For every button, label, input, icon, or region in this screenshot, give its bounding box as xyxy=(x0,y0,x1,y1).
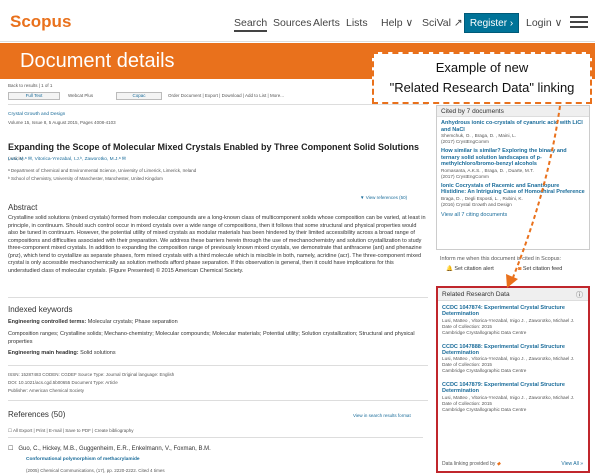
rrd-item-1-authors: Lusi, Matteo , Vitorica-Yrezabal, Inigo … xyxy=(442,317,575,323)
nav-alerts[interactable]: Alerts xyxy=(313,17,340,29)
reference-1-title[interactable]: Conformational polymorphism of methacryl… xyxy=(26,457,140,462)
cited-item-2-source: (2017) CrystEngComm xyxy=(441,173,489,179)
view-all-citing-link[interactable]: View all 7 citing documents xyxy=(441,212,585,218)
set-citation-alert[interactable]: 🔔 Set citation alert xyxy=(446,266,494,272)
meta-doi: DOI: 10.1021/acs.cgd.5b00655 Document Ty… xyxy=(8,380,118,385)
cited-item-1-title[interactable]: Anhydrous ionic co-crystals of cyanuric … xyxy=(441,120,585,133)
cited-by-panel: Cited by 7 documents Anhydrous ionic co-… xyxy=(436,105,590,250)
volume-info: Volume 15, Issue 8, 5 August 2015, Pages… xyxy=(8,120,116,125)
rrd-view-all-link[interactable]: View All » xyxy=(561,461,583,467)
top-header: Scopus Search Sources Alerts Lists Help … xyxy=(0,0,595,42)
page-title: Document details xyxy=(20,50,175,72)
data-linking-credit: Data linking provided by ◆ xyxy=(442,461,501,467)
journal-link[interactable]: Crystal Growth and Design xyxy=(8,112,65,117)
copac-button[interactable]: Copac xyxy=(116,92,162,100)
abstract-heading: Abstract xyxy=(8,203,38,212)
rrd-item-3-title[interactable]: CCDC 1047879: Experimental Crystal Struc… xyxy=(442,382,584,395)
cited-item-2-title[interactable]: How similar is similar? Exploring the bi… xyxy=(441,148,585,168)
cited-item-3-title[interactable]: Ionic Cocrystals of Racemic and Enantiop… xyxy=(441,183,585,196)
related-research-data-panel: Related Research Data ⓘ CCDC 1047874: Exp… xyxy=(436,286,590,473)
meta-publisher: Publisher: American Chemical Society xyxy=(8,388,85,393)
meta-issn: ISSN: 15287483 CODEN: CGDEF Source Type:… xyxy=(8,372,175,377)
indexed-keywords-heading: Indexed keywords xyxy=(8,305,73,314)
menu-icon[interactable] xyxy=(570,16,588,28)
back-to-results[interactable]: Back to results | 1 of 1 xyxy=(8,83,52,88)
references-toolbar[interactable]: ☐ All Export | Print | E-mail | Save to … xyxy=(8,428,423,438)
rrd-item-3-authors: Lusi, Matteo , Vitorica-Yrezabal, Inigo … xyxy=(442,394,575,400)
nav-help[interactable]: Help ∨ xyxy=(381,17,413,29)
help-icon[interactable]: ⓘ xyxy=(576,290,583,300)
nav-search[interactable]: Search xyxy=(234,17,268,32)
scholix-logo: ◆ xyxy=(496,461,501,467)
rss-icon: ◙ xyxy=(518,266,522,272)
rrd-item-1-source[interactable]: Cambridge Crystallographic Data Centre xyxy=(442,330,584,336)
main-heading: Engineering main heading: Solid solution… xyxy=(8,350,116,356)
affiliation-a: ᵃ Department of Chemical and Environment… xyxy=(8,168,197,173)
nav-scival[interactable]: SciVal ↗ xyxy=(422,17,463,29)
view-references-link[interactable]: ▼ View references (50) xyxy=(360,195,407,200)
references-heading: References (50) xyxy=(8,410,66,419)
authors[interactable]: Lusi, M.ᵃ ✉, Vitorica-Yrezabal, I.J.ᵇ, Z… xyxy=(8,157,126,162)
set-citation-feed[interactable]: ◙ Set citation feed xyxy=(518,266,562,272)
login-button[interactable]: Login ∨ xyxy=(526,17,562,29)
cited-item-1-source: (2017) CrystEngComm xyxy=(441,139,489,144)
bell-icon: 🔔 xyxy=(446,266,453,272)
affiliation-b: ᵇ School of Chemistry, University of Man… xyxy=(8,176,163,181)
cited-by-header: Cited by 7 documents xyxy=(437,106,589,117)
nav-sources[interactable]: Sources xyxy=(273,17,312,29)
controlled-terms: Engineering controlled terms: Molecular … xyxy=(8,319,178,325)
webcat-link[interactable]: Webcat Plus xyxy=(68,93,93,98)
register-button[interactable]: Register › xyxy=(464,13,519,33)
scopus-logo[interactable]: Scopus xyxy=(10,12,71,32)
cited-item-3-source: (2016) Crystal Growth and Design xyxy=(441,201,512,207)
abstract-text: Crystalline solid solutions (mixed cryst… xyxy=(8,215,426,274)
rrd-item-3-source[interactable]: Cambridge Crystallographic Data Centre xyxy=(442,407,584,413)
inform-text: Inform me when this document is cited in… xyxy=(440,256,562,262)
reference-1-source: (2005) Chemical Communications, (17), pp… xyxy=(26,468,165,473)
full-text-button[interactable]: Full Text xyxy=(8,92,60,100)
nav-lists[interactable]: Lists xyxy=(346,17,368,29)
rrd-item-2-source[interactable]: Cambridge Crystallographic Data Centre xyxy=(442,368,584,374)
reference-1-authors: ☐ Guo, C., Hickey, M.B., Guggenheim, E.R… xyxy=(8,446,211,452)
rrd-item-2-title[interactable]: CCDC 1047888: Experimental Crystal Struc… xyxy=(442,344,584,357)
document-actions[interactable]: Order Document | Export | Download | Add… xyxy=(168,93,284,98)
annotation-callout: Example of new "Related Research Data" l… xyxy=(372,52,592,104)
references-format-link[interactable]: View in search results format xyxy=(353,413,411,418)
rrd-item-1-title[interactable]: CCDC 1047874: Experimental Crystal Struc… xyxy=(442,305,584,318)
composition-terms: Composition ranges; Crystalline solids; … xyxy=(8,331,415,345)
document-main: Back to results | 1 of 1 Full Text Webca… xyxy=(8,82,428,475)
rrd-header: Related Research Data ⓘ xyxy=(438,288,588,301)
